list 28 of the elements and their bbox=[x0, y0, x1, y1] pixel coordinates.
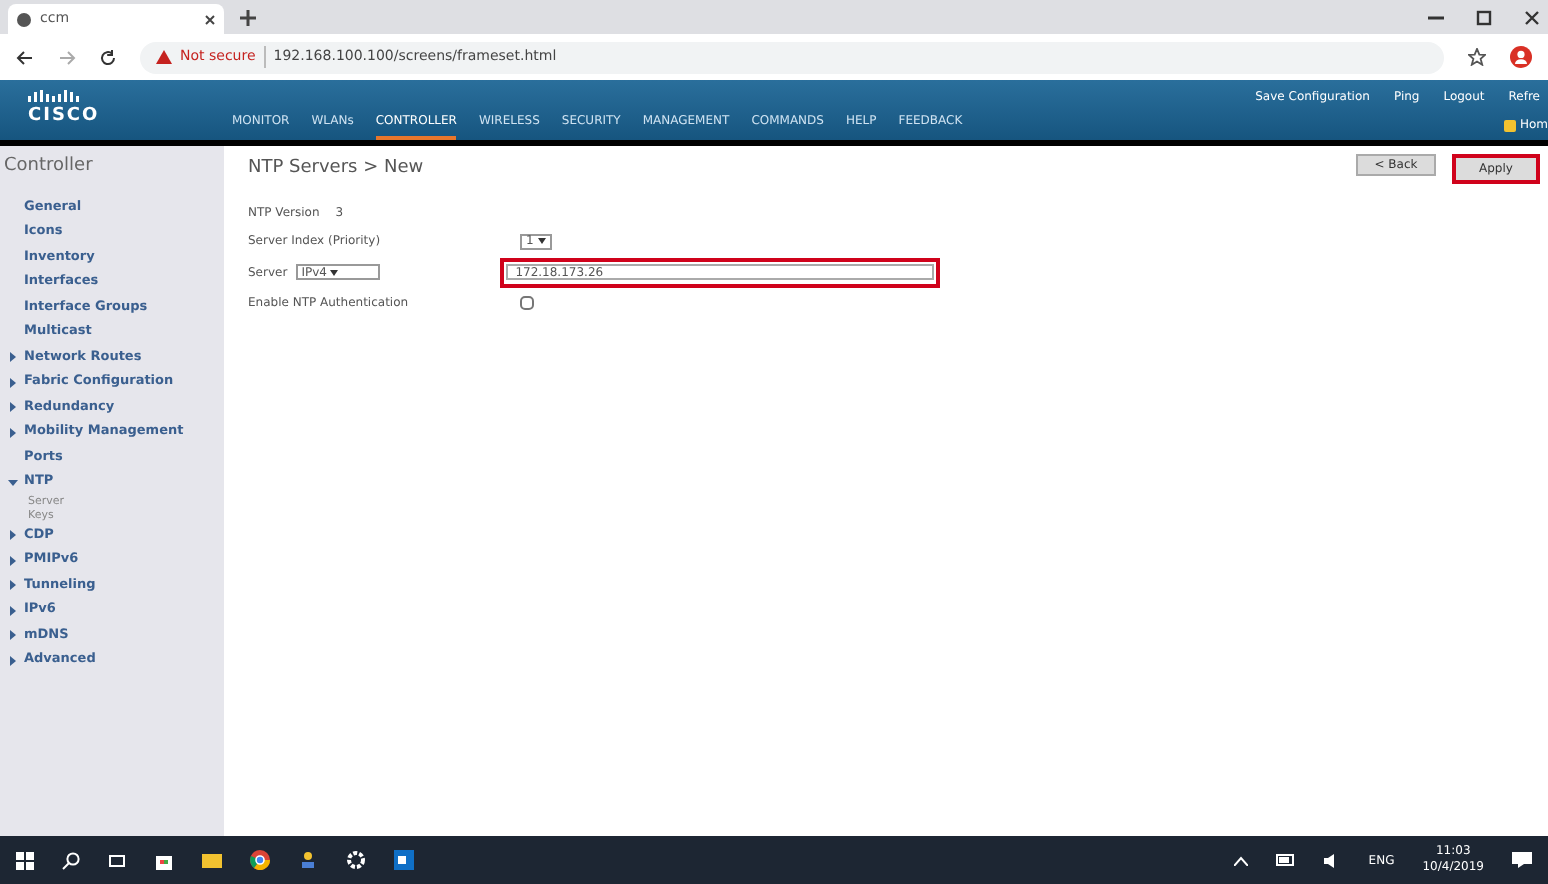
folder-icon[interactable] bbox=[202, 850, 222, 870]
warning-icon bbox=[156, 50, 172, 64]
auth-checkbox[interactable] bbox=[520, 296, 534, 310]
home-icon bbox=[1503, 119, 1516, 131]
gear-icon[interactable] bbox=[346, 850, 366, 870]
dropdown-caret-icon bbox=[537, 238, 546, 244]
task-view-icon[interactable] bbox=[108, 851, 126, 869]
new-tab-icon[interactable] bbox=[240, 10, 256, 26]
page-title: NTP Servers > New bbox=[248, 155, 426, 182]
collapse-caret-icon[interactable] bbox=[8, 477, 24, 488]
chrome-icon[interactable] bbox=[250, 850, 270, 870]
logo-text: CISCO bbox=[28, 103, 102, 130]
battery-icon[interactable] bbox=[1276, 854, 1297, 866]
profile-avatar-icon[interactable] bbox=[1510, 46, 1532, 68]
close-icon[interactable] bbox=[204, 13, 216, 25]
back-arrow-icon[interactable] bbox=[16, 49, 34, 65]
close-window-icon[interactable] bbox=[1524, 10, 1540, 26]
tray-caret-icon[interactable] bbox=[1234, 855, 1249, 865]
windows-start-icon[interactable] bbox=[16, 851, 34, 869]
search-icon[interactable] bbox=[62, 851, 80, 869]
maximize-icon[interactable] bbox=[1476, 10, 1492, 26]
star-icon[interactable] bbox=[1468, 48, 1486, 66]
network-person-icon[interactable] bbox=[298, 850, 318, 870]
reload-icon[interactable] bbox=[100, 49, 116, 65]
dropdown-caret-icon bbox=[330, 269, 339, 275]
logo-bars-icon bbox=[28, 89, 80, 104]
sidebar-title: Controller bbox=[4, 154, 95, 180]
notification-icon[interactable] bbox=[1512, 850, 1532, 870]
